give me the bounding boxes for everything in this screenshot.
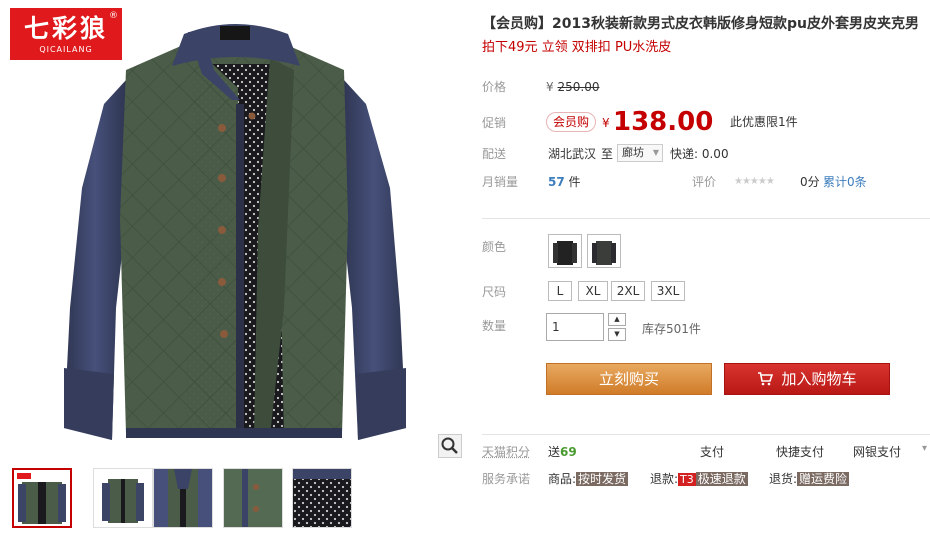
brand-logo: 七彩狼 QICAILANG ® xyxy=(10,8,122,60)
swatch-image xyxy=(549,235,581,267)
size-option-2xl[interactable]: 2XL xyxy=(611,281,645,301)
review-count-link[interactable]: 累计0条 xyxy=(823,173,867,191)
zoom-icon xyxy=(439,435,461,457)
size-option-xl[interactable]: XL xyxy=(578,281,608,301)
service-return: 退货: 赠运费险 xyxy=(769,470,849,488)
divider xyxy=(482,434,930,435)
monthly-sales: 57 件 xyxy=(548,173,581,191)
thumbnail-1[interactable] xyxy=(12,468,72,528)
original-price-value: 250.00 xyxy=(557,80,599,94)
original-price: ¥ 250.00 xyxy=(546,78,599,96)
product-info-panel: 【会员购】2013秋装新款男式皮衣韩版修身短款pu皮外套男皮夹克男 拍下49元 … xyxy=(482,0,930,536)
promo-currency-symbol: ¥ xyxy=(602,114,610,132)
service-refund-badge[interactable]: 极速退款 xyxy=(696,472,748,486)
thumbnail-5[interactable] xyxy=(292,468,352,528)
registered-mark: ® xyxy=(109,11,118,21)
shipping-label: 配送 xyxy=(482,145,506,163)
color-swatch-1[interactable] xyxy=(548,234,582,268)
vip-badge: 会员购 xyxy=(546,112,596,132)
size-option-l[interactable]: L xyxy=(548,281,572,301)
points-prefix: 送 xyxy=(548,445,560,459)
service-goods-prefix: 商品: xyxy=(548,472,576,486)
currency-symbol: ¥ xyxy=(546,80,554,94)
review-label: 评价 xyxy=(692,173,716,191)
color-label: 颜色 xyxy=(482,238,506,256)
promo-label: 促销 xyxy=(482,114,506,132)
product-gallery: 七彩狼 QICAILANG ® xyxy=(0,0,465,536)
thumbnail-brand-tag xyxy=(17,473,31,479)
payment-option-bank[interactable]: 网银支付 xyxy=(853,443,901,461)
review-score: 0分 xyxy=(800,173,820,191)
promo-limit-note: 此优惠限1件 xyxy=(730,113,798,131)
thumbnail-3[interactable] xyxy=(153,468,213,528)
brand-logo-cn: 七彩狼 xyxy=(10,13,122,45)
service-goods: 商品: 按时发货 xyxy=(548,470,628,488)
zoom-button[interactable] xyxy=(438,434,462,458)
thumbnail-4[interactable] xyxy=(223,468,283,528)
buy-now-button[interactable]: 立刻购买 xyxy=(546,363,712,395)
chevron-down-icon: ▼ xyxy=(653,145,659,161)
chevron-down-icon[interactable]: ▾ xyxy=(922,443,927,454)
destination-select[interactable]: 廊坊 ▼ xyxy=(617,144,663,162)
quantity-label: 数量 xyxy=(482,317,506,335)
promo-price: 138.00 xyxy=(613,105,713,139)
ship-to-label: 至 xyxy=(601,145,613,163)
payment-option-quick[interactable]: 快捷支付 xyxy=(776,443,824,461)
monthly-sales-unit: 件 xyxy=(569,175,581,189)
cart-icon xyxy=(757,372,773,386)
service-label: 服务承诺 xyxy=(482,470,530,488)
product-subtitle: 拍下49元 立领 双排扣 PU水洗皮 xyxy=(482,38,671,58)
jacket-image xyxy=(8,8,460,460)
payment-option-pay[interactable]: 支付 xyxy=(700,443,724,461)
thumbnail-image xyxy=(154,469,212,527)
points-label[interactable]: 天猫积分 xyxy=(482,443,530,461)
service-return-prefix: 退货: xyxy=(769,472,797,486)
size-option-3xl[interactable]: 3XL xyxy=(651,281,685,301)
product-title: 【会员购】2013秋装新款男式皮衣韩版修身短款pu皮外套男皮夹克男 xyxy=(482,14,930,34)
thumbnail-image xyxy=(224,469,282,527)
arrow-up-icon[interactable]: ▲ xyxy=(608,313,626,326)
price-label: 价格 xyxy=(482,78,506,96)
size-label: 尺码 xyxy=(482,283,506,301)
thumbnail-image xyxy=(94,469,152,527)
stock-count: 库存501件 xyxy=(642,320,701,338)
ship-from: 湖北武汉 xyxy=(548,145,596,163)
brand-logo-en: QICAILANG xyxy=(10,45,122,55)
arrow-down-icon[interactable]: ▼ xyxy=(608,328,626,341)
main-product-image[interactable] xyxy=(8,8,460,460)
swatch-image xyxy=(588,235,620,267)
thumbnail-image xyxy=(293,469,351,527)
service-refund-prefix: 退款: xyxy=(650,472,678,486)
divider xyxy=(482,218,930,219)
star-icon: ★★★★★ xyxy=(734,173,774,191)
monthly-sales-label: 月销量 xyxy=(482,173,518,191)
points-value: 送69 xyxy=(548,443,577,461)
service-return-badge[interactable]: 赠运费险 xyxy=(797,472,849,486)
quantity-input[interactable] xyxy=(546,313,604,341)
shipping-fee: 快递: 0.00 xyxy=(670,145,729,163)
destination-city: 廊坊 xyxy=(622,146,644,159)
t3-badge: T3 xyxy=(678,473,696,486)
thumbnail-2[interactable] xyxy=(93,468,153,528)
points-number: 69 xyxy=(560,445,577,459)
service-refund: 退款: T3 极速退款 xyxy=(650,470,748,489)
service-goods-badge[interactable]: 按时发货 xyxy=(576,472,628,486)
add-to-cart-button[interactable]: 加入购物车 xyxy=(724,363,890,395)
monthly-sales-count: 57 xyxy=(548,175,565,189)
color-swatch-2[interactable] xyxy=(587,234,621,268)
